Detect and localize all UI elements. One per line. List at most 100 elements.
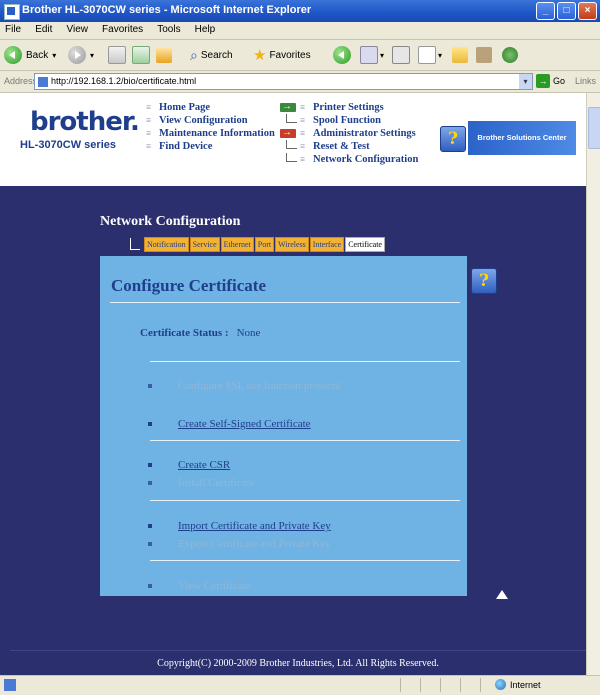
- menu-help[interactable]: Help: [190, 22, 222, 35]
- nav-left: ≡ Home Page ≡ View Configuration ≡ Maintena…: [146, 101, 275, 153]
- nav-item-network-configuration[interactable]: ≡ Network Configuration: [280, 153, 418, 166]
- item-configure-ssl: Configure SSL use function/protocol: [148, 380, 340, 392]
- window-controls: _ □ ×: [536, 2, 597, 20]
- links-label[interactable]: Links: [575, 76, 596, 86]
- search-icon: ⌕: [190, 46, 198, 63]
- nav-item-view-configuration[interactable]: ≡ View Configuration: [146, 114, 275, 127]
- red-arrow-icon: [280, 126, 296, 139]
- stop-button[interactable]: [108, 44, 126, 66]
- page-done-icon: [4, 679, 16, 691]
- item-view-certificate: View Certificate: [148, 580, 250, 592]
- home-icon: [156, 47, 172, 63]
- bullet-icon: [148, 422, 152, 426]
- back-dropdown-icon[interactable]: ▾: [52, 51, 56, 60]
- tab-port[interactable]: Port: [254, 237, 275, 252]
- nav-item-administrator-settings[interactable]: ≡Administrator Settings: [280, 126, 418, 140]
- close-button[interactable]: ×: [578, 2, 597, 20]
- status-bar: Internet: [0, 675, 600, 695]
- certificate-panel: Configure Certificate ? Certificate Stat…: [100, 256, 497, 596]
- item-install-certificate: Install Certificate: [148, 477, 255, 489]
- back-arrow-icon: [4, 46, 22, 64]
- nav-item-home-page[interactable]: ≡ Home Page: [146, 101, 275, 114]
- folder-button[interactable]: [452, 44, 468, 66]
- forward-dropdown-icon[interactable]: ▾: [90, 51, 94, 60]
- ie-page-icon: [4, 4, 20, 20]
- tab-notification[interactable]: Notification: [144, 237, 189, 252]
- nav-item-spool-function[interactable]: ≡ Spool Function: [280, 114, 418, 127]
- menu-file[interactable]: File: [0, 22, 27, 35]
- divider-2: [150, 440, 460, 441]
- link-create-csr[interactable]: Create CSR: [178, 459, 230, 471]
- bullet-icon: [148, 481, 152, 485]
- brother-logo[interactable]: brother.: [30, 107, 140, 137]
- address-dropdown-icon[interactable]: ▾: [519, 74, 532, 89]
- panel-title: Configure Certificate: [111, 276, 266, 295]
- solutions-center-banner[interactable]: Brother Solutions Center: [468, 121, 576, 155]
- nav-item-reset-test[interactable]: ≡ Reset & Test: [280, 140, 418, 153]
- messenger-button[interactable]: [502, 44, 518, 66]
- help-icon[interactable]: ?: [440, 126, 466, 152]
- mail-button[interactable]: ▾: [360, 44, 384, 66]
- research-button[interactable]: [476, 44, 492, 66]
- menu-edit[interactable]: Edit: [30, 22, 58, 35]
- nav-item-find-device[interactable]: ≡ Find Device: [146, 140, 275, 153]
- left-margin-strip: [0, 186, 10, 675]
- refresh-button[interactable]: [132, 44, 150, 66]
- menu-tools[interactable]: Tools: [152, 22, 186, 35]
- tab-certificate[interactable]: Certificate: [345, 237, 385, 252]
- edit-icon: [418, 46, 436, 64]
- nav-item-maintenance-information[interactable]: ≡ Maintenance Information: [146, 127, 275, 140]
- tab-wireless[interactable]: Wireless: [275, 237, 309, 252]
- page-icon: [38, 76, 48, 87]
- certificate-status-value: None: [236, 327, 261, 339]
- bullet-icon: [148, 384, 152, 388]
- tab-service[interactable]: Service: [189, 237, 220, 252]
- forward-button[interactable]: ▾: [68, 44, 94, 66]
- bullet-icon: [148, 463, 152, 467]
- item-create-csr[interactable]: Create CSR: [148, 459, 230, 471]
- item-export-certificate-private-key: Export Certificate and Private Key: [148, 538, 331, 550]
- history-button[interactable]: [333, 44, 351, 66]
- tab-interface[interactable]: Interface: [309, 237, 345, 252]
- security-zone: Internet: [495, 679, 541, 690]
- model-name: HL-3070CW series: [20, 139, 116, 151]
- print-button[interactable]: [392, 44, 410, 66]
- nav-item-printer-settings[interactable]: ≡Printer Settings: [280, 100, 418, 114]
- page-header: brother. HL-3070CW series ≡ Home Page ≡ Vi…: [0, 93, 586, 186]
- item-import-certificate-private-key[interactable]: Import Certificate and Private Key: [148, 520, 331, 532]
- item-create-self-signed-certificate[interactable]: Create Self-Signed Certificate: [148, 418, 311, 430]
- divider-4: [150, 560, 460, 561]
- link-import-certificate-private-key[interactable]: Import Certificate and Private Key: [178, 520, 331, 532]
- page-footer: Copyright(C) 2000-2009 Brother Industrie…: [10, 650, 586, 675]
- scrollbar-thumb[interactable]: [588, 107, 600, 149]
- vertical-scrollbar[interactable]: [586, 93, 600, 675]
- browser-toolbar: Back ▾ ▾ ⌕ Search ★ Favorites ▾ ▾: [0, 40, 600, 71]
- refresh-icon: [132, 46, 150, 64]
- bullet-icon: [148, 542, 152, 546]
- menu-view[interactable]: View: [61, 22, 94, 35]
- tab-ethernet[interactable]: Ethernet: [220, 237, 254, 252]
- stop-icon: [108, 46, 126, 64]
- messenger-icon: [502, 47, 518, 63]
- search-button[interactable]: ⌕ Search: [190, 44, 233, 66]
- menu-favorites[interactable]: Favorites: [97, 22, 149, 35]
- maximize-button[interactable]: □: [557, 2, 576, 20]
- scroll-to-top-icon[interactable]: [496, 590, 508, 599]
- title-divider: [110, 302, 460, 303]
- home-button[interactable]: [156, 44, 172, 66]
- go-button[interactable]: → Go: [536, 74, 565, 88]
- network-config-section: Network Configuration Notification Servi…: [10, 186, 586, 650]
- link-create-self-signed-certificate[interactable]: Create Self-Signed Certificate: [178, 418, 311, 430]
- bullet-icon: [148, 524, 152, 528]
- minimize-button[interactable]: _: [536, 2, 555, 20]
- window-title-bar[interactable]: Brother HL-3070CW series - Microsoft Int…: [0, 0, 600, 22]
- menu-bar: File Edit View Favorites Tools Help: [0, 22, 600, 40]
- back-button[interactable]: Back ▾: [4, 44, 56, 66]
- forward-arrow-icon: [68, 46, 86, 64]
- address-input[interactable]: http://192.168.1.2/bio/certificate.html …: [34, 73, 533, 90]
- address-url: http://192.168.1.2/bio/certificate.html: [51, 76, 197, 86]
- edit-button[interactable]: ▾: [418, 44, 442, 66]
- certificate-status: Certificate Status : None: [140, 327, 261, 339]
- favorites-button[interactable]: ★ Favorites: [253, 44, 311, 66]
- panel-help-icon[interactable]: ?: [471, 268, 497, 294]
